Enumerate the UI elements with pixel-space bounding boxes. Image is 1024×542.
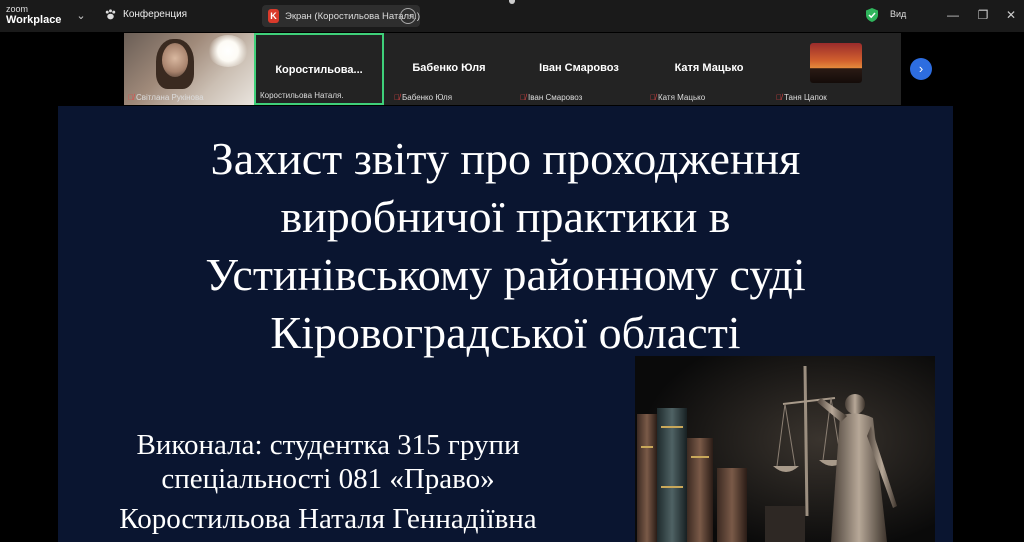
participant-video	[810, 43, 862, 83]
shared-screen-slide: Захист звіту про проходження виробничої …	[58, 106, 953, 542]
slide-title-line: Захист звіту про проходження	[210, 133, 801, 184]
participant-video	[162, 43, 188, 77]
conference-label: Конференция	[123, 9, 188, 20]
view-button[interactable]: Вид	[890, 9, 906, 19]
participant-tile[interactable]: 🎙̸ Світлана Рукінова	[124, 33, 254, 105]
close-icon[interactable]: ✕	[1002, 6, 1020, 24]
slide-author: Виконала: студентка 315 групи спеціально…	[58, 428, 598, 536]
mic-muted-icon: 🎙̸	[128, 93, 134, 102]
app-logo: zoom Workplace	[6, 4, 61, 26]
author-name: Коростильова Наталя Геннадіївна	[119, 503, 537, 535]
restore-icon[interactable]: ❐	[974, 6, 992, 24]
participant-footer: Таня Цапок	[784, 93, 827, 102]
author-line: спеціальності 081 «Право»	[161, 463, 495, 495]
participant-footer: Світлана Рукінова	[136, 93, 204, 102]
mic-muted-icon: 🎙̸	[394, 93, 400, 102]
participant-tile[interactable]: Бабенко Юля 🎙̸ Бабенко Юля	[384, 33, 514, 105]
slide-title-line: Устинівському районному суді	[205, 249, 806, 300]
more-icon[interactable]: ···	[400, 8, 416, 24]
drag-handle[interactable]	[509, 0, 515, 4]
slide-title: Захист звіту про проходження виробничої …	[58, 130, 953, 362]
mic-muted-icon: 🎙̸	[520, 93, 526, 102]
participant-name: Коростильова...	[275, 64, 363, 76]
next-arrow-icon[interactable]: ›	[910, 58, 932, 80]
slide-title-line: виробничої практики в	[280, 191, 731, 242]
conference-info-button[interactable]: Конференция	[104, 8, 187, 21]
slide-title-line: Кіровоградської області	[270, 307, 741, 358]
shield-check-icon[interactable]	[866, 8, 878, 22]
participant-footer: Іван Смаровоз	[528, 93, 583, 102]
participant-name: Катя Мацько	[674, 62, 744, 74]
logo-line2: Workplace	[6, 14, 62, 26]
minimize-icon[interactable]: —	[944, 6, 962, 24]
lady-justice-image	[635, 356, 935, 542]
mic-muted-icon: 🎙̸	[776, 93, 782, 102]
view-label: Вид	[890, 9, 907, 19]
participant-footer: Бабенко Юля	[402, 93, 453, 102]
paw-icon	[105, 9, 116, 20]
participant-tile[interactable]: Іван Смаровоз 🎙̸ Іван Смаровоз	[514, 33, 644, 105]
participant-tile[interactable]: Катя Мацько 🎙̸ Катя Мацько	[644, 33, 774, 105]
chevron-down-icon[interactable]: ⌄	[74, 9, 88, 23]
participant-footer: Коростильова Наталя.	[260, 91, 344, 100]
participant-footer: Катя Мацько	[658, 93, 706, 102]
participant-tile-active[interactable]: Коростильова... Коростильова Наталя.	[254, 33, 384, 105]
participant-name: Іван Смаровоз	[539, 62, 619, 74]
screen-share-indicator[interactable]: K Экран (Коростильова Наталя.) ···	[262, 5, 420, 27]
participant-tile[interactable]: 🎙̸ Таня Цапок	[774, 33, 901, 105]
mic-muted-icon: 🎙̸	[650, 93, 656, 102]
participant-name: Бабенко Юля	[412, 62, 486, 74]
share-badge: K	[268, 9, 279, 23]
participant-strip: 🎙̸ Світлана Рукінова Коростильова... Коро…	[124, 33, 901, 105]
title-bar: zoom Workplace ⌄ Конференция K Экран (Ко…	[0, 0, 1024, 32]
author-line: Виконала: студентка 315 групи	[136, 429, 520, 461]
